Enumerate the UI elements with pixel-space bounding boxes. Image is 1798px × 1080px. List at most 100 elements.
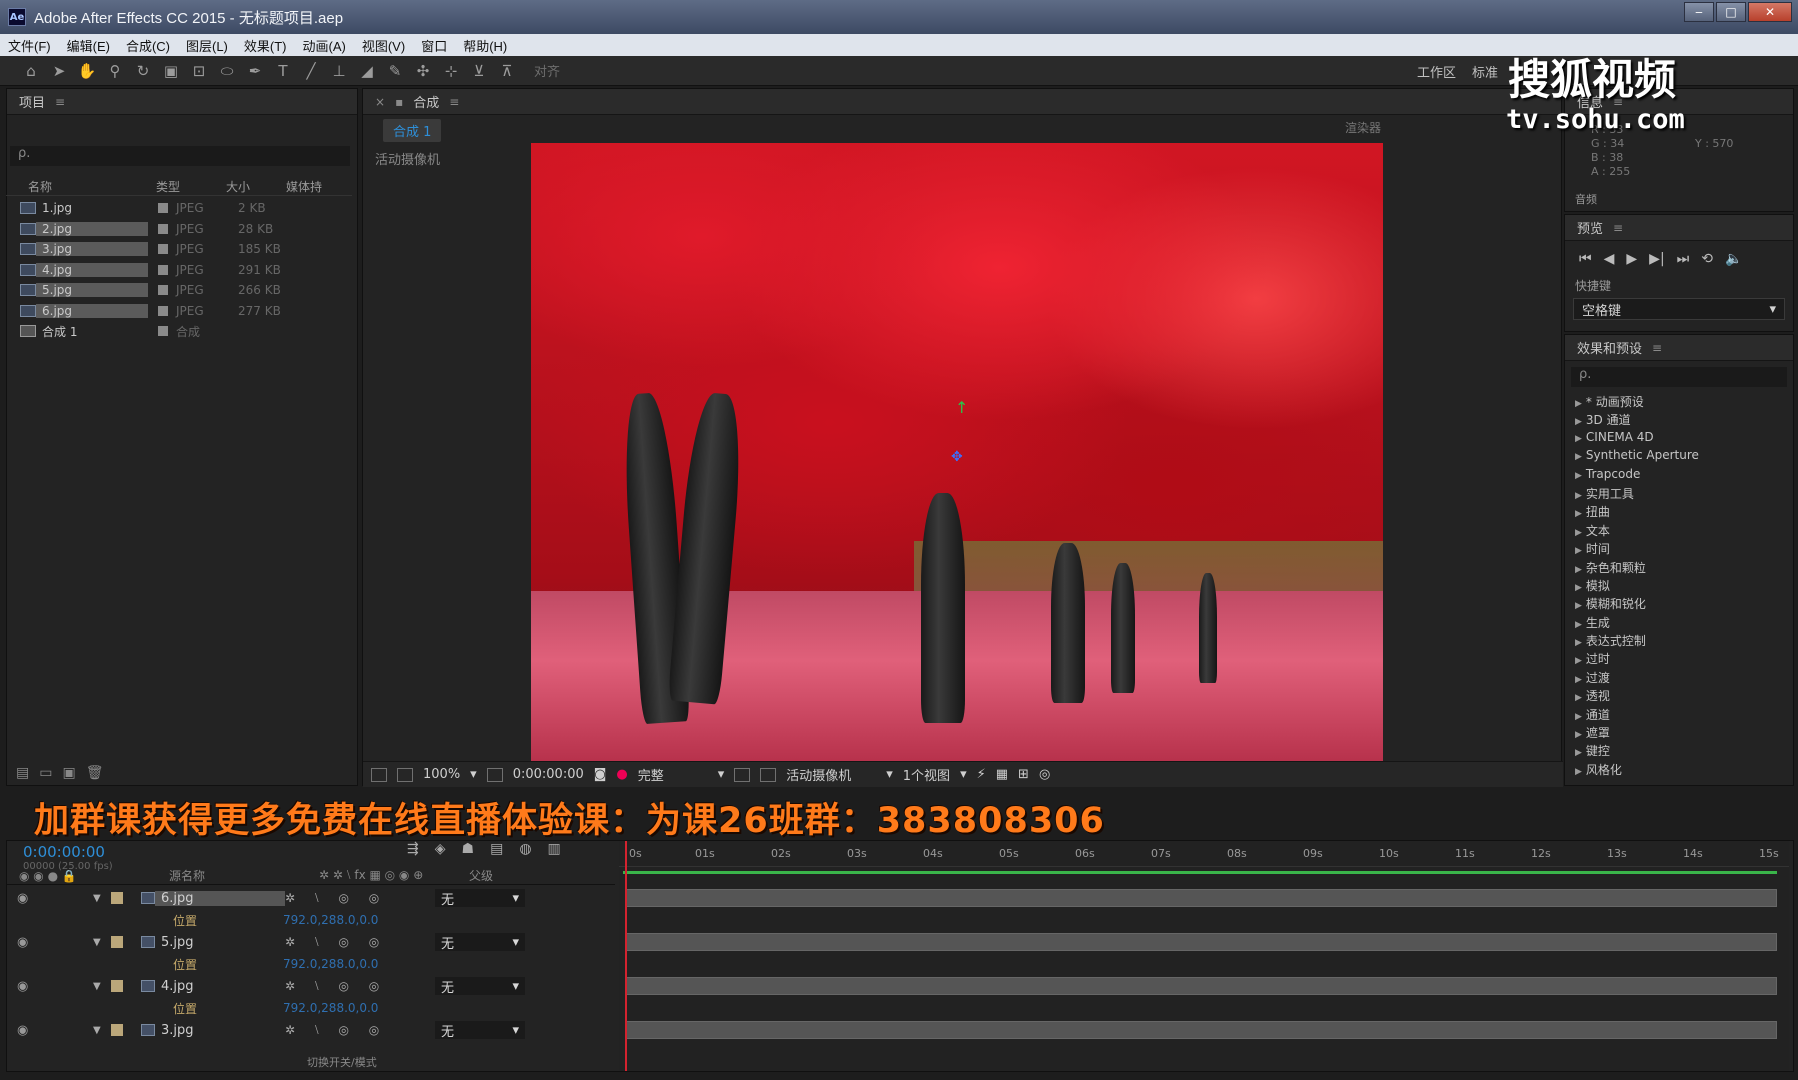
puppet-pin-tool-icon[interactable]: ✣ xyxy=(412,60,434,82)
layer-switches[interactable]: ✲ ⧵ ◎ ◎ xyxy=(285,891,435,906)
timeline-layer[interactable]: ◉ ▼ 5.jpg ✲ ⧵ ◎ ◎ 无 ▾ xyxy=(7,931,615,953)
new-composition-icon[interactable]: ▣ xyxy=(62,765,75,781)
layer-duration-bar[interactable] xyxy=(625,977,1777,995)
motion-blur-icon[interactable]: ◍ xyxy=(519,841,531,857)
column-source-name[interactable]: 源名称 xyxy=(169,867,319,884)
effects-category[interactable]: ▶ 风格化 xyxy=(1565,761,1793,779)
timeline-layer[interactable]: ◉ ▼ 4.jpg ✲ ⧵ ◎ ◎ 无 ▾ xyxy=(7,975,615,997)
eye-icon[interactable]: ◉ xyxy=(17,891,33,906)
parent-dropdown[interactable]: 无 ▾ xyxy=(435,977,525,996)
view-layout-dropdown[interactable]: 1个视图 xyxy=(903,765,950,784)
rotate-tool-icon[interactable]: ↻ xyxy=(132,60,154,82)
parent-dropdown[interactable]: 无 ▾ xyxy=(435,889,525,908)
column-parent[interactable]: 父级 xyxy=(469,867,493,884)
menu-file[interactable]: 文件(F) xyxy=(8,36,51,55)
effects-category[interactable]: ▶ 表达式控制 xyxy=(1565,632,1793,650)
composition-flowchart-icon[interactable]: ⇶ xyxy=(407,841,419,857)
effects-category[interactable]: ▶ Synthetic Aperture xyxy=(1565,448,1793,466)
exposure-icon[interactable]: ◎ xyxy=(1039,767,1050,782)
label-color-swatch[interactable] xyxy=(111,1024,123,1036)
menu-animation[interactable]: 动画(A) xyxy=(303,36,346,55)
clone-stamp-tool-icon[interactable]: ⊥ xyxy=(328,60,350,82)
column-name[interactable]: 名称 xyxy=(6,178,136,195)
layer-duration-bar[interactable] xyxy=(625,889,1777,907)
twirl-down-icon[interactable]: ▼ xyxy=(93,893,103,904)
resolution-dropdown[interactable]: 完整 xyxy=(638,765,708,784)
tab-preview[interactable]: 预览 xyxy=(1577,218,1603,237)
eye-icon[interactable]: ◉ xyxy=(17,935,33,950)
label-color-swatch[interactable] xyxy=(158,264,168,275)
camera-tool-icon[interactable]: ▣ xyxy=(160,60,182,82)
layer-duration-bar[interactable] xyxy=(625,1021,1777,1039)
axis-local-icon[interactable]: ⊹ xyxy=(440,60,462,82)
ellipse-tool-icon[interactable]: ⬭ xyxy=(216,60,238,82)
layer-name[interactable]: 3.jpg xyxy=(155,1023,285,1038)
axis-view-icon[interactable]: ⊼ xyxy=(496,60,518,82)
eraser-tool-icon[interactable]: ◢ xyxy=(356,60,378,82)
roto-brush-tool-icon[interactable]: ✎ xyxy=(384,60,406,82)
frame-blending-icon[interactable]: ▤ xyxy=(490,841,503,857)
toggle-switches-modes[interactable]: 切换开关/模式 xyxy=(307,1054,377,1070)
timeline-icon[interactable]: ▦ xyxy=(996,767,1008,782)
panel-menu-icon[interactable]: ≡ xyxy=(1652,341,1662,355)
work-area-bar[interactable] xyxy=(623,871,1777,874)
menu-help[interactable]: 帮助(H) xyxy=(463,36,507,55)
project-item[interactable]: 3.jpg JPEG 185 KB xyxy=(6,239,352,260)
maximize-button[interactable]: □ xyxy=(1716,2,1746,22)
new-folder-icon[interactable]: ▭ xyxy=(39,765,52,781)
workspace-standard[interactable]: 标准 xyxy=(1472,62,1498,81)
label-color-swatch[interactable] xyxy=(158,326,168,337)
y-axis-handle-icon[interactable]: ↑ xyxy=(955,398,968,417)
align-label[interactable]: 对齐 xyxy=(534,61,560,80)
menu-window[interactable]: 窗口 xyxy=(421,36,447,55)
effects-search-input[interactable]: ρ. xyxy=(1571,367,1787,387)
pan-behind-tool-icon[interactable]: ⊡ xyxy=(188,60,210,82)
eye-icon[interactable]: ◉ xyxy=(17,1023,33,1038)
play-icon[interactable]: ▶ xyxy=(1626,251,1637,267)
timeline-timecode[interactable]: 0:00:00:00 xyxy=(23,843,105,861)
axis-world-icon[interactable]: ⊻ xyxy=(468,60,490,82)
effects-category[interactable]: ▶ 文本 xyxy=(1565,522,1793,540)
switches-icon[interactable]: ✲ ✲ ⧵ fx ▦ ◎ ◉ ⊕ xyxy=(319,868,469,883)
panel-menu-icon[interactable]: ≡ xyxy=(55,95,65,109)
channels-icon[interactable]: ● xyxy=(616,767,627,782)
label-color-swatch[interactable] xyxy=(111,892,123,904)
tab-effects-presets[interactable]: 效果和预设 xyxy=(1577,338,1642,357)
current-time-display[interactable]: 0:00:00:00 xyxy=(513,767,584,782)
composition-canvas[interactable]: ✥ ↑ xyxy=(531,143,1383,765)
label-color-swatch[interactable] xyxy=(158,223,168,234)
loop-icon[interactable]: ⟲ xyxy=(1701,251,1713,267)
pen-tool-icon[interactable]: ✒ xyxy=(244,60,266,82)
graph-editor-icon[interactable]: ▥ xyxy=(548,841,561,857)
layer-switches[interactable]: ✲ ⧵ ◎ ◎ xyxy=(285,979,435,994)
renderer-label[interactable]: 渲染器 xyxy=(1345,119,1381,136)
column-size[interactable]: 大小 xyxy=(216,178,286,195)
workspace-label[interactable]: 工作区 xyxy=(1417,62,1456,81)
label-color-swatch[interactable] xyxy=(158,305,168,316)
label-color-swatch[interactable] xyxy=(111,936,123,948)
timeline-layer[interactable]: ◉ ▼ 3.jpg ✲ ⧵ ◎ ◎ 无 ▾ xyxy=(7,1019,615,1041)
effects-category[interactable]: ▶ 杂色和颗粒 xyxy=(1565,559,1793,577)
property-value[interactable]: 792.0,288.0,0.0 xyxy=(283,913,378,927)
always-preview-icon[interactable] xyxy=(371,767,387,782)
effects-category[interactable]: ▶ 3D 通道 xyxy=(1565,411,1793,429)
current-time-indicator[interactable] xyxy=(625,841,627,1071)
project-search-input[interactable]: ρ. xyxy=(10,146,350,166)
zoom-tool-icon[interactable]: ⚲ xyxy=(104,60,126,82)
timeline-layer[interactable]: ◉ ▼ 6.jpg ✲ ⧵ ◎ ◎ 无 ▾ xyxy=(7,887,615,909)
layer-name[interactable]: 6.jpg xyxy=(155,890,285,906)
effects-category[interactable]: ▶ 过渡 xyxy=(1565,669,1793,687)
project-item[interactable]: 4.jpg JPEG 291 KB xyxy=(6,260,352,281)
snapshot-icon[interactable]: ◙ xyxy=(594,767,607,782)
parent-dropdown[interactable]: 无 ▾ xyxy=(435,1021,525,1040)
property-value[interactable]: 792.0,288.0,0.0 xyxy=(283,1001,378,1015)
label-color-swatch[interactable] xyxy=(158,244,168,255)
effects-category[interactable]: ▶ 生成 xyxy=(1565,614,1793,632)
layer-property[interactable]: 位置 792.0,288.0,0.0 xyxy=(7,955,615,973)
chevron-down-icon[interactable]: ▾ xyxy=(470,767,477,782)
twirl-down-icon[interactable]: ▼ xyxy=(93,981,103,992)
layer-switches[interactable]: ✲ ⧵ ◎ ◎ xyxy=(285,935,435,950)
effects-category[interactable]: ▶ CINEMA 4D xyxy=(1565,430,1793,448)
chevron-down-icon[interactable]: ▾ xyxy=(886,767,893,782)
composition-breadcrumb[interactable]: 合成 1 xyxy=(383,119,442,142)
